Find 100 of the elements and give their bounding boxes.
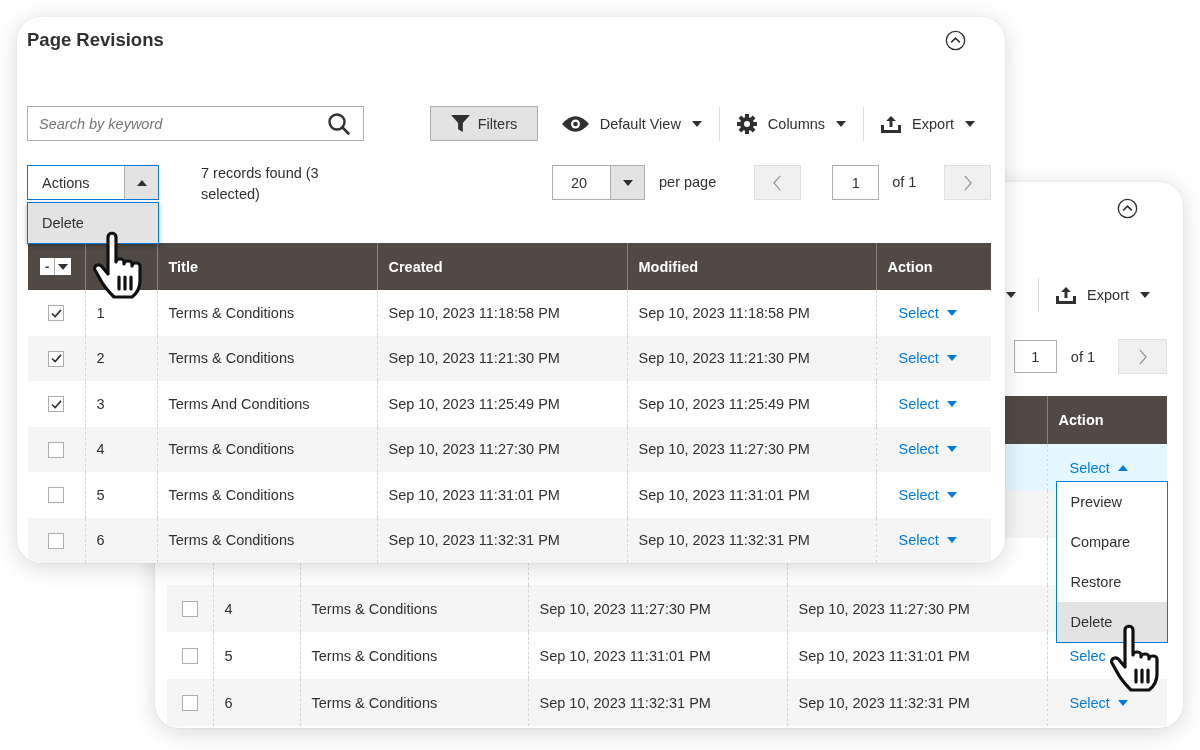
- table-cell: Terms & Conditions: [157, 335, 377, 381]
- page-field[interactable]: 1: [832, 165, 880, 200]
- table-cell: Sep 10, 2023 11:27:30 PM: [787, 585, 1047, 632]
- caret-icon: [946, 355, 957, 362]
- export-menu[interactable]: Export: [864, 106, 991, 141]
- table-cell: 4: [213, 585, 300, 632]
- caret-icon: [965, 120, 975, 127]
- upload-icon: [881, 114, 902, 133]
- caret-icon: [1117, 464, 1128, 471]
- caret-icon: [946, 400, 957, 407]
- checkbox[interactable]: [48, 487, 65, 504]
- menu-item[interactable]: Compare: [1056, 522, 1167, 562]
- column-header[interactable]: Modified: [627, 243, 876, 290]
- caret-icon: [691, 120, 702, 127]
- checkbox[interactable]: [181, 648, 198, 665]
- select-link[interactable]: Select: [1069, 694, 1128, 711]
- view-menu[interactable]: Default View: [544, 106, 719, 141]
- select-link[interactable]: Select: [898, 350, 957, 367]
- collapse-icon[interactable]: [1117, 197, 1138, 219]
- table-cell: Terms & Conditions: [300, 679, 528, 726]
- caret-icon: [1140, 292, 1150, 298]
- table-cell: 6: [213, 679, 300, 726]
- chevron-left-icon: [773, 174, 783, 191]
- select-link[interactable]: Select: [898, 486, 957, 503]
- caret-icon: [58, 263, 69, 270]
- checkbox[interactable]: [48, 532, 65, 549]
- column-header[interactable]: Title: [157, 243, 377, 290]
- caret-icon: [1117, 699, 1128, 706]
- table-cell: Sep 10, 2023 11:32:31 PM: [377, 517, 627, 563]
- search-icon[interactable]: [327, 112, 351, 136]
- checkbox[interactable]: [48, 396, 65, 413]
- table-cell: Terms & Conditions: [300, 585, 528, 632]
- table-cell: Sep 10, 2023 11:32:31 PM: [627, 517, 876, 563]
- select-link[interactable]: Select: [1069, 459, 1128, 476]
- table-cell: Terms & Conditions: [157, 472, 377, 518]
- search-field[interactable]: Search by keyword: [27, 106, 364, 141]
- page-total: of 1: [1070, 348, 1095, 365]
- table-cell: Terms & Conditions: [157, 517, 377, 563]
- table-cell: 4: [85, 426, 157, 472]
- chevron-right-icon: [1138, 348, 1147, 365]
- select-link[interactable]: Select: [898, 532, 957, 549]
- menu-item[interactable]: Delete: [1056, 602, 1167, 642]
- export-menu[interactable]: Export: [1039, 278, 1167, 312]
- menu-item[interactable]: Restore: [1056, 562, 1167, 602]
- caret-icon: [836, 120, 847, 127]
- checkmark-icon: [50, 308, 62, 318]
- page-field[interactable]: 1: [1013, 340, 1057, 373]
- table-cell: 6: [85, 517, 157, 563]
- page-total: of 1: [892, 173, 917, 192]
- table-cell: Sep 10, 2023 11:32:31 PM: [787, 679, 1047, 726]
- column-header[interactable]: Created: [377, 243, 627, 290]
- upload-icon: [1056, 286, 1077, 304]
- checkbox[interactable]: [48, 350, 65, 367]
- table-cell: Sep 10, 2023 11:25:49 PM: [627, 381, 876, 427]
- table-cell: 5: [85, 472, 157, 518]
- select-link[interactable]: Select: [898, 304, 957, 321]
- table-cell: Terms & Conditions: [157, 290, 377, 336]
- table-cell: Sep 10, 2023 11:21:30 PM: [627, 335, 876, 381]
- mass-select[interactable]: -: [40, 258, 72, 275]
- columns-menu[interactable]: Columns: [719, 106, 864, 141]
- column-header[interactable]: Action: [1047, 396, 1167, 444]
- next-page-button[interactable]: [1118, 339, 1167, 374]
- table-cell: Terms & Conditions: [157, 426, 377, 472]
- checkbox[interactable]: [48, 441, 65, 458]
- checkmark-icon: [50, 354, 62, 364]
- select-link[interactable]: Select: [898, 441, 957, 458]
- records-count: 7 records found (3 selected): [201, 164, 320, 204]
- per-page-select[interactable]: 20: [552, 165, 645, 200]
- menu-item[interactable]: Preview: [1056, 482, 1167, 522]
- filters-button[interactable]: Filters: [430, 106, 538, 141]
- table-cell: Sep 10, 2023 11:18:58 PM: [377, 290, 627, 336]
- select-link[interactable]: Select: [898, 395, 957, 412]
- caret-icon: [946, 309, 957, 316]
- table-cell: Sep 10, 2023 11:32:31 PM: [528, 679, 787, 726]
- caret-icon[interactable]: [1006, 292, 1017, 298]
- table-cell: Sep 10, 2023 11:31:01 PM: [377, 472, 627, 518]
- next-page-button[interactable]: [944, 165, 991, 200]
- chevron-right-icon: [963, 174, 972, 191]
- table-cell: 3: [85, 381, 157, 427]
- table-cell: Terms And Conditions: [157, 381, 377, 427]
- table-cell: Sep 10, 2023 11:27:30 PM: [627, 426, 876, 472]
- table-cell: Sep 10, 2023 11:18:58 PM: [627, 290, 876, 336]
- table-cell: Sep 10, 2023 11:27:30 PM: [528, 585, 787, 632]
- checkbox[interactable]: [181, 695, 198, 712]
- table-cell: Sep 10, 2023 11:21:30 PM: [377, 335, 627, 381]
- menu-item[interactable]: Delete: [28, 203, 158, 243]
- checkmark-icon: [50, 399, 62, 409]
- gear-icon: [736, 113, 757, 134]
- caret-icon: [136, 179, 147, 186]
- previous-page-button[interactable]: [754, 165, 802, 200]
- eye-icon: [561, 115, 589, 132]
- collapse-icon[interactable]: [945, 29, 966, 51]
- checkbox[interactable]: [48, 305, 65, 322]
- column-header[interactable]: Action: [876, 243, 991, 290]
- table-cell: Sep 10, 2023 11:25:49 PM: [377, 381, 627, 427]
- funnel-icon: [450, 115, 470, 132]
- caret-icon: [946, 446, 957, 453]
- select-link[interactable]: Selec: [1069, 647, 1106, 664]
- checkbox[interactable]: [181, 601, 198, 618]
- table-cell: 2: [85, 335, 157, 381]
